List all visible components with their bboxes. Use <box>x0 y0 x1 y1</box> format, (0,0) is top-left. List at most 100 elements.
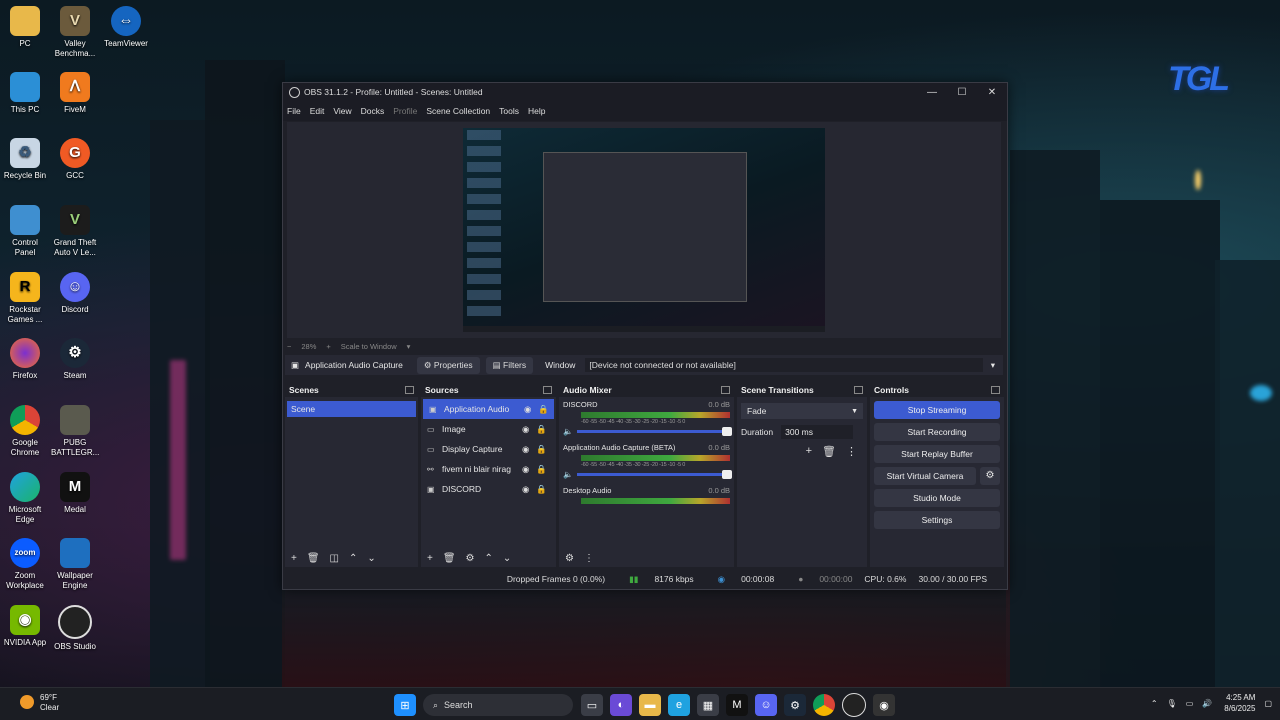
desktop-icon-gcc[interactable]: G GCC <box>51 138 99 181</box>
undock-icon[interactable] <box>405 386 414 394</box>
mixer-settings-icon[interactable]: ⚙ <box>565 553 574 564</box>
lock-icon[interactable]: 🔒 <box>536 444 548 455</box>
duration-input[interactable]: 300 ms <box>781 425 854 439</box>
visibility-eye-icon[interactable]: ◉ <box>524 404 536 415</box>
menu-docks[interactable]: Docks <box>361 106 385 116</box>
medal-icon[interactable]: M <box>726 694 748 716</box>
source-row[interactable]: ▭ Display Capture ◉ 🔒 <box>421 439 556 459</box>
add-source-button[interactable]: + <box>427 553 433 564</box>
settings-button[interactable]: Settings <box>874 511 1000 529</box>
maximize-button[interactable]: ☐ <box>947 87 977 98</box>
stop-streaming-button[interactable]: Stop Streaming <box>874 401 1000 419</box>
gear-icon[interactable]: ⚙ <box>980 467 1000 485</box>
menu-tools[interactable]: Tools <box>499 106 519 116</box>
properties-button[interactable]: ⚙ Properties <box>416 356 480 374</box>
close-button[interactable]: ✕ <box>977 87 1007 98</box>
discord-icon[interactable]: ☺ <box>755 694 777 716</box>
obs-icon[interactable] <box>842 693 866 717</box>
add-scene-button[interactable]: + <box>291 553 297 564</box>
desktop-icon-rockstar[interactable]: R Rockstar Games ... <box>1 272 49 325</box>
desktop-icon-pc[interactable]: PC <box>1 6 49 49</box>
menu-help[interactable]: Help <box>528 106 545 116</box>
window-select[interactable]: [Device not connected or not available] <box>585 358 983 372</box>
start-recording-button[interactable]: Start Recording <box>874 423 1000 441</box>
volume-icon[interactable]: 🔊 <box>1202 699 1212 708</box>
desktop-icon-firefox[interactable]: Firefox <box>1 338 49 381</box>
start-virtual-camera-button[interactable]: Start Virtual Camera <box>874 467 976 485</box>
transition-select[interactable]: Fade ▼ <box>741 403 863 419</box>
slider-handle[interactable] <box>722 427 732 436</box>
move-down-button[interactable]: ⌄ <box>367 553 375 564</box>
undock-icon[interactable] <box>543 386 552 394</box>
scale-to-window-select[interactable]: Scale to Window <box>341 342 397 351</box>
desktop-icon-pubg[interactable]: PUBG BATTLEGR... <box>51 405 99 458</box>
remove-source-button[interactable]: 🗑 <box>443 553 456 564</box>
minimize-button[interactable]: — <box>917 87 947 98</box>
microphone-icon[interactable]: 🎙 <box>1167 699 1177 708</box>
preview-area[interactable] <box>287 122 1001 338</box>
transition-menu-button[interactable]: ⋮ <box>846 445 857 458</box>
desktop-icon-nvidia[interactable]: ◉ NVIDIA App <box>1 605 49 648</box>
chrome-icon[interactable] <box>813 694 835 716</box>
menu-scene-collection[interactable]: Scene Collection <box>426 106 490 116</box>
speaker-icon[interactable]: 🔈 <box>563 427 577 436</box>
notifications-icon[interactable]: ▢ <box>1264 699 1272 708</box>
copilot-icon[interactable]: ◐ <box>610 694 632 716</box>
desktop-icon-gta[interactable]: V Grand Theft Auto V Le... <box>51 205 99 258</box>
add-transition-button[interactable]: + <box>806 445 812 458</box>
remove-transition-button[interactable]: 🗑 <box>822 445 836 458</box>
lock-icon[interactable]: 🔒 <box>536 484 548 495</box>
volume-slider[interactable] <box>577 427 732 436</box>
task-view-icon[interactable]: ▭ <box>581 694 603 716</box>
desktop-icon-controlpanel[interactable]: Control Panel <box>1 205 49 258</box>
desktop-icon-medal[interactable]: M Medal <box>51 472 99 515</box>
source-properties-button[interactable]: ⚙ <box>466 553 475 564</box>
zoom-in-button[interactable]: + <box>326 342 330 351</box>
desktop-icon-fivem[interactable]: ᐱ FiveM <box>51 72 99 115</box>
move-up-button[interactable]: ⌃ <box>349 553 357 564</box>
lock-icon[interactable]: 🔒 <box>536 424 548 435</box>
source-row[interactable]: ▣ Application Audio ◉ 🔒 <box>423 399 554 419</box>
desktop-icon-valley[interactable]: V Valley Benchma... <box>51 6 99 59</box>
scene-item[interactable]: Scene <box>287 401 416 417</box>
file-explorer-icon[interactable]: ▬ <box>639 694 661 716</box>
visibility-eye-icon[interactable]: ◉ <box>522 464 534 475</box>
speaker-icon[interactable]: 🔈 <box>563 470 577 479</box>
source-row[interactable]: ⚯ fivem ni blair nirag ◉ 🔒 <box>421 459 556 479</box>
undock-icon[interactable] <box>991 386 1000 394</box>
store-icon[interactable]: ▦ <box>697 694 719 716</box>
chevron-down-icon[interactable]: ▾ <box>407 342 411 351</box>
filters-button[interactable]: ▤ Filters <box>485 356 534 374</box>
zoom-out-button[interactable]: − <box>287 342 291 351</box>
network-icon[interactable]: ▭ <box>1186 699 1194 708</box>
scene-filters-button[interactable]: ◫ <box>330 553 339 564</box>
studio-mode-button[interactable]: Studio Mode <box>874 489 1000 507</box>
remove-scene-button[interactable]: 🗑 <box>307 553 320 564</box>
desktop-icon-thispc[interactable]: This PC <box>1 72 49 115</box>
obs-window[interactable]: OBS 31.1.2 - Profile: Untitled - Scenes:… <box>282 82 1008 590</box>
move-up-button[interactable]: ⌃ <box>485 553 493 564</box>
title-bar[interactable]: OBS 31.1.2 - Profile: Untitled - Scenes:… <box>283 83 1007 101</box>
visibility-eye-icon[interactable]: ◉ <box>522 444 534 455</box>
app-icon[interactable]: ◉ <box>873 694 895 716</box>
chevron-up-icon[interactable]: ⌃ <box>1151 699 1158 708</box>
undock-icon[interactable] <box>721 386 730 394</box>
chevron-down-icon[interactable]: ▾ <box>991 360 995 371</box>
menu-profile[interactable]: Profile <box>393 106 417 116</box>
source-row[interactable]: ▭ Image ◉ 🔒 <box>421 419 556 439</box>
menu-edit[interactable]: Edit <box>310 106 325 116</box>
lock-icon[interactable]: 🔒 <box>536 464 548 475</box>
volume-slider[interactable] <box>577 470 732 479</box>
menu-file[interactable]: File <box>287 106 301 116</box>
slider-handle[interactable] <box>722 470 732 479</box>
desktop-icon-zoom[interactable]: zoom Zoom Workplace <box>1 538 49 591</box>
desktop-icon-edge[interactable]: Microsoft Edge <box>1 472 49 525</box>
desktop-icon-discord[interactable]: ☺ Discord <box>51 272 99 315</box>
desktop-icon-obs[interactable]: OBS Studio <box>51 605 99 652</box>
lock-icon[interactable]: 🔒 <box>538 404 550 415</box>
visibility-eye-icon[interactable]: ◉ <box>522 484 534 495</box>
taskbar-search[interactable]: ⌕ Search <box>423 694 573 716</box>
start-windows-icon[interactable]: ⊞ <box>394 694 416 716</box>
undock-icon[interactable] <box>854 386 863 394</box>
visibility-eye-icon[interactable]: ◉ <box>522 424 534 435</box>
